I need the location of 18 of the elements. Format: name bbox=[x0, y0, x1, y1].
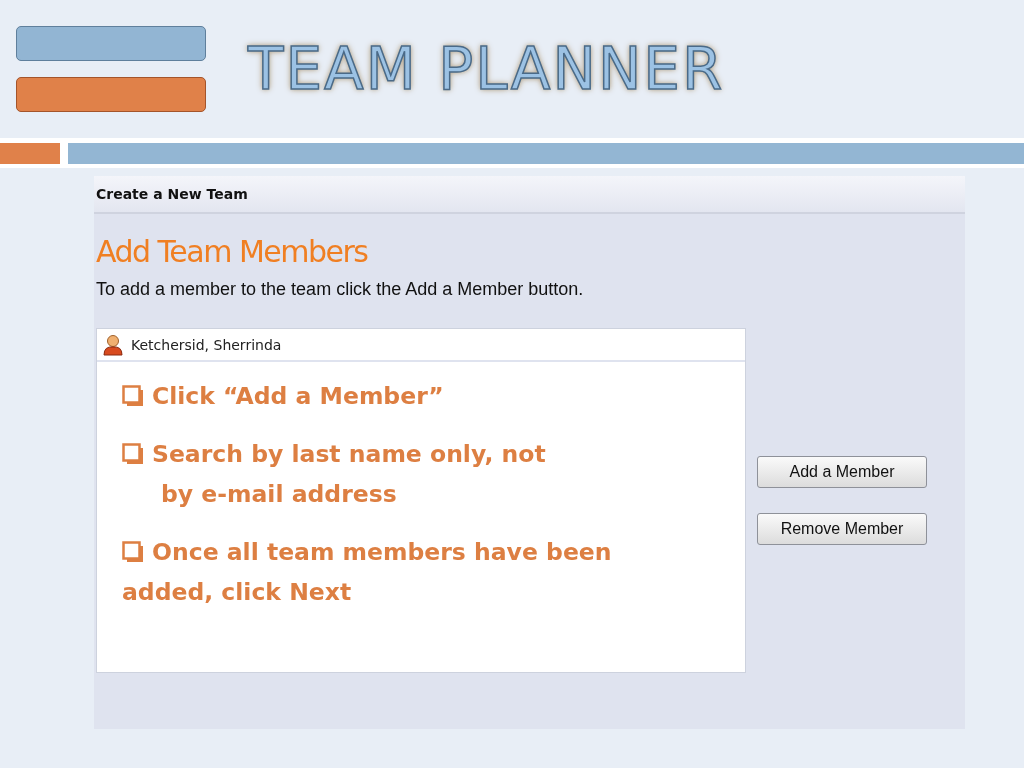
panel-header-title: Create a New Team bbox=[96, 186, 248, 202]
person-icon bbox=[103, 333, 123, 356]
action-button[interactable]: Add a Member bbox=[757, 456, 927, 488]
note-text: by e-mail address bbox=[160, 479, 398, 510]
checkbox-bullet-icon bbox=[122, 385, 144, 407]
checkbox-bullet-icon bbox=[122, 541, 144, 563]
accent-stripe bbox=[0, 143, 60, 164]
note-text: added, click Next bbox=[122, 577, 353, 608]
slide-title: TEAM PLANNER bbox=[248, 35, 725, 103]
note-text: Click “Add a Member” bbox=[152, 381, 444, 412]
note-text: Once all team members have been bbox=[152, 537, 612, 568]
action-button[interactable]: Remove Member bbox=[757, 513, 927, 545]
member-row[interactable]: Ketchersid, Sherrinda bbox=[97, 329, 745, 362]
member-name: Ketchersid, Sherrinda bbox=[131, 336, 282, 353]
instruction-text: To add a member to the team click the Add a Member button. bbox=[96, 279, 585, 300]
note-text: Search by last name only, not bbox=[152, 439, 546, 470]
checkbox-bullet-icon bbox=[122, 443, 144, 465]
section-heading: Add Team Members bbox=[96, 234, 369, 269]
